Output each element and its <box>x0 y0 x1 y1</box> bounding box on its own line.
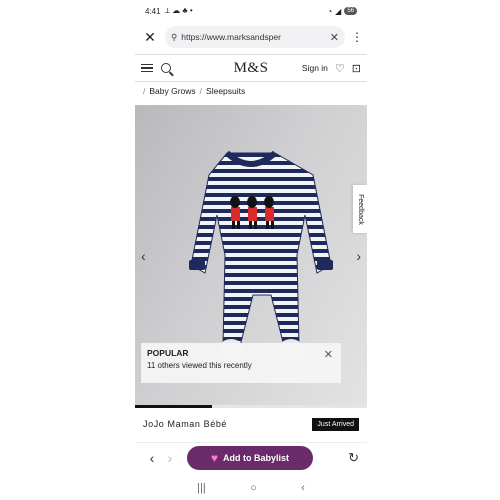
breadcrumb: / Baby Grows / Sleepsuits <box>143 86 246 96</box>
brand-name[interactable]: JoJo Maman Bébé <box>143 419 227 429</box>
popular-title: POPULAR <box>147 348 189 358</box>
close-icon[interactable]: ✕ <box>141 29 159 46</box>
next-image-arrow-icon[interactable]: › <box>356 248 361 264</box>
home-icon[interactable]: ○ <box>250 482 257 494</box>
breadcrumb-item[interactable]: Baby Grows <box>149 86 195 96</box>
popular-toast: POPULAR 11 others viewed this recently ✕ <box>141 343 341 383</box>
prev-image-arrow-icon[interactable]: ‹ <box>141 248 146 264</box>
back-icon[interactable]: ‹ <box>301 482 305 494</box>
brand-row: JoJo Maman Bébé Just Arrived <box>143 415 359 433</box>
android-nav-bar: ||| ○ ‹ <box>135 482 367 494</box>
menu-icon[interactable] <box>141 63 153 73</box>
add-to-babylist-button[interactable]: ♥ Add to Babylist <box>187 445 313 470</box>
close-toast-icon[interactable]: ✕ <box>324 348 333 361</box>
signal-icon: ◢ <box>335 6 342 16</box>
bottom-toolbar: ‹ › ♥ Add to Babylist ↻ <box>135 442 367 472</box>
heart-icon: ♥ <box>210 450 219 465</box>
back-arrow-icon[interactable]: ‹ <box>143 450 161 466</box>
clear-url-icon[interactable]: ✕ <box>330 31 339 44</box>
more-menu-icon[interactable]: ⋮ <box>351 30 363 44</box>
recents-icon[interactable]: ||| <box>197 482 206 494</box>
phone-screen: 4:41 ⟂ ☁ ♣ • ◔ ◢ 56 ✕ ⚲ https://www.mark… <box>135 0 367 500</box>
status-badge: Just Arrived <box>312 417 359 431</box>
search-icon[interactable] <box>161 63 171 73</box>
cta-label: Add to Babylist <box>223 452 290 463</box>
popular-text: 11 others viewed this recently <box>147 361 252 370</box>
right-margin <box>367 0 500 500</box>
battery-icon: 56 <box>344 7 357 15</box>
left-margin <box>0 0 135 500</box>
url-bar[interactable]: ⚲ https://www.marksandsper ✕ <box>165 26 345 48</box>
heart-icon[interactable]: ♡ <box>335 62 345 75</box>
gallery-progress-fill <box>135 405 212 408</box>
gallery-progress <box>135 405 367 408</box>
forward-arrow-icon[interactable]: › <box>161 450 179 466</box>
product-gallery[interactable]: ‹ › Feedback POPULAR 11 others viewed th… <box>135 105 367 405</box>
site-header: M&S Sign in ♡ ⊡ <box>135 54 367 82</box>
wifi-icon: ◔ <box>327 6 333 16</box>
site-info-icon[interactable]: ⚲ <box>171 32 177 43</box>
url-text: https://www.marksandsper <box>181 32 281 42</box>
site-logo[interactable]: M&S <box>234 60 269 77</box>
sign-in-link[interactable]: Sign in <box>302 63 328 73</box>
reload-icon[interactable]: ↻ <box>348 450 359 466</box>
bag-icon[interactable]: ⊡ <box>352 62 361 75</box>
status-bar: 4:41 ⟂ ☁ ♣ • ◔ ◢ 56 <box>135 0 367 22</box>
browser-toolbar: ✕ ⚲ https://www.marksandsper ✕ ⋮ <box>135 24 367 50</box>
feedback-tab[interactable]: Feedback <box>353 185 367 233</box>
breadcrumb-item[interactable]: Sleepsuits <box>206 86 245 96</box>
status-time: 4:41 <box>145 6 161 16</box>
notification-icons: ⟂ ☁ ♣ • <box>164 6 193 15</box>
feedback-label: Feedback <box>356 193 364 225</box>
